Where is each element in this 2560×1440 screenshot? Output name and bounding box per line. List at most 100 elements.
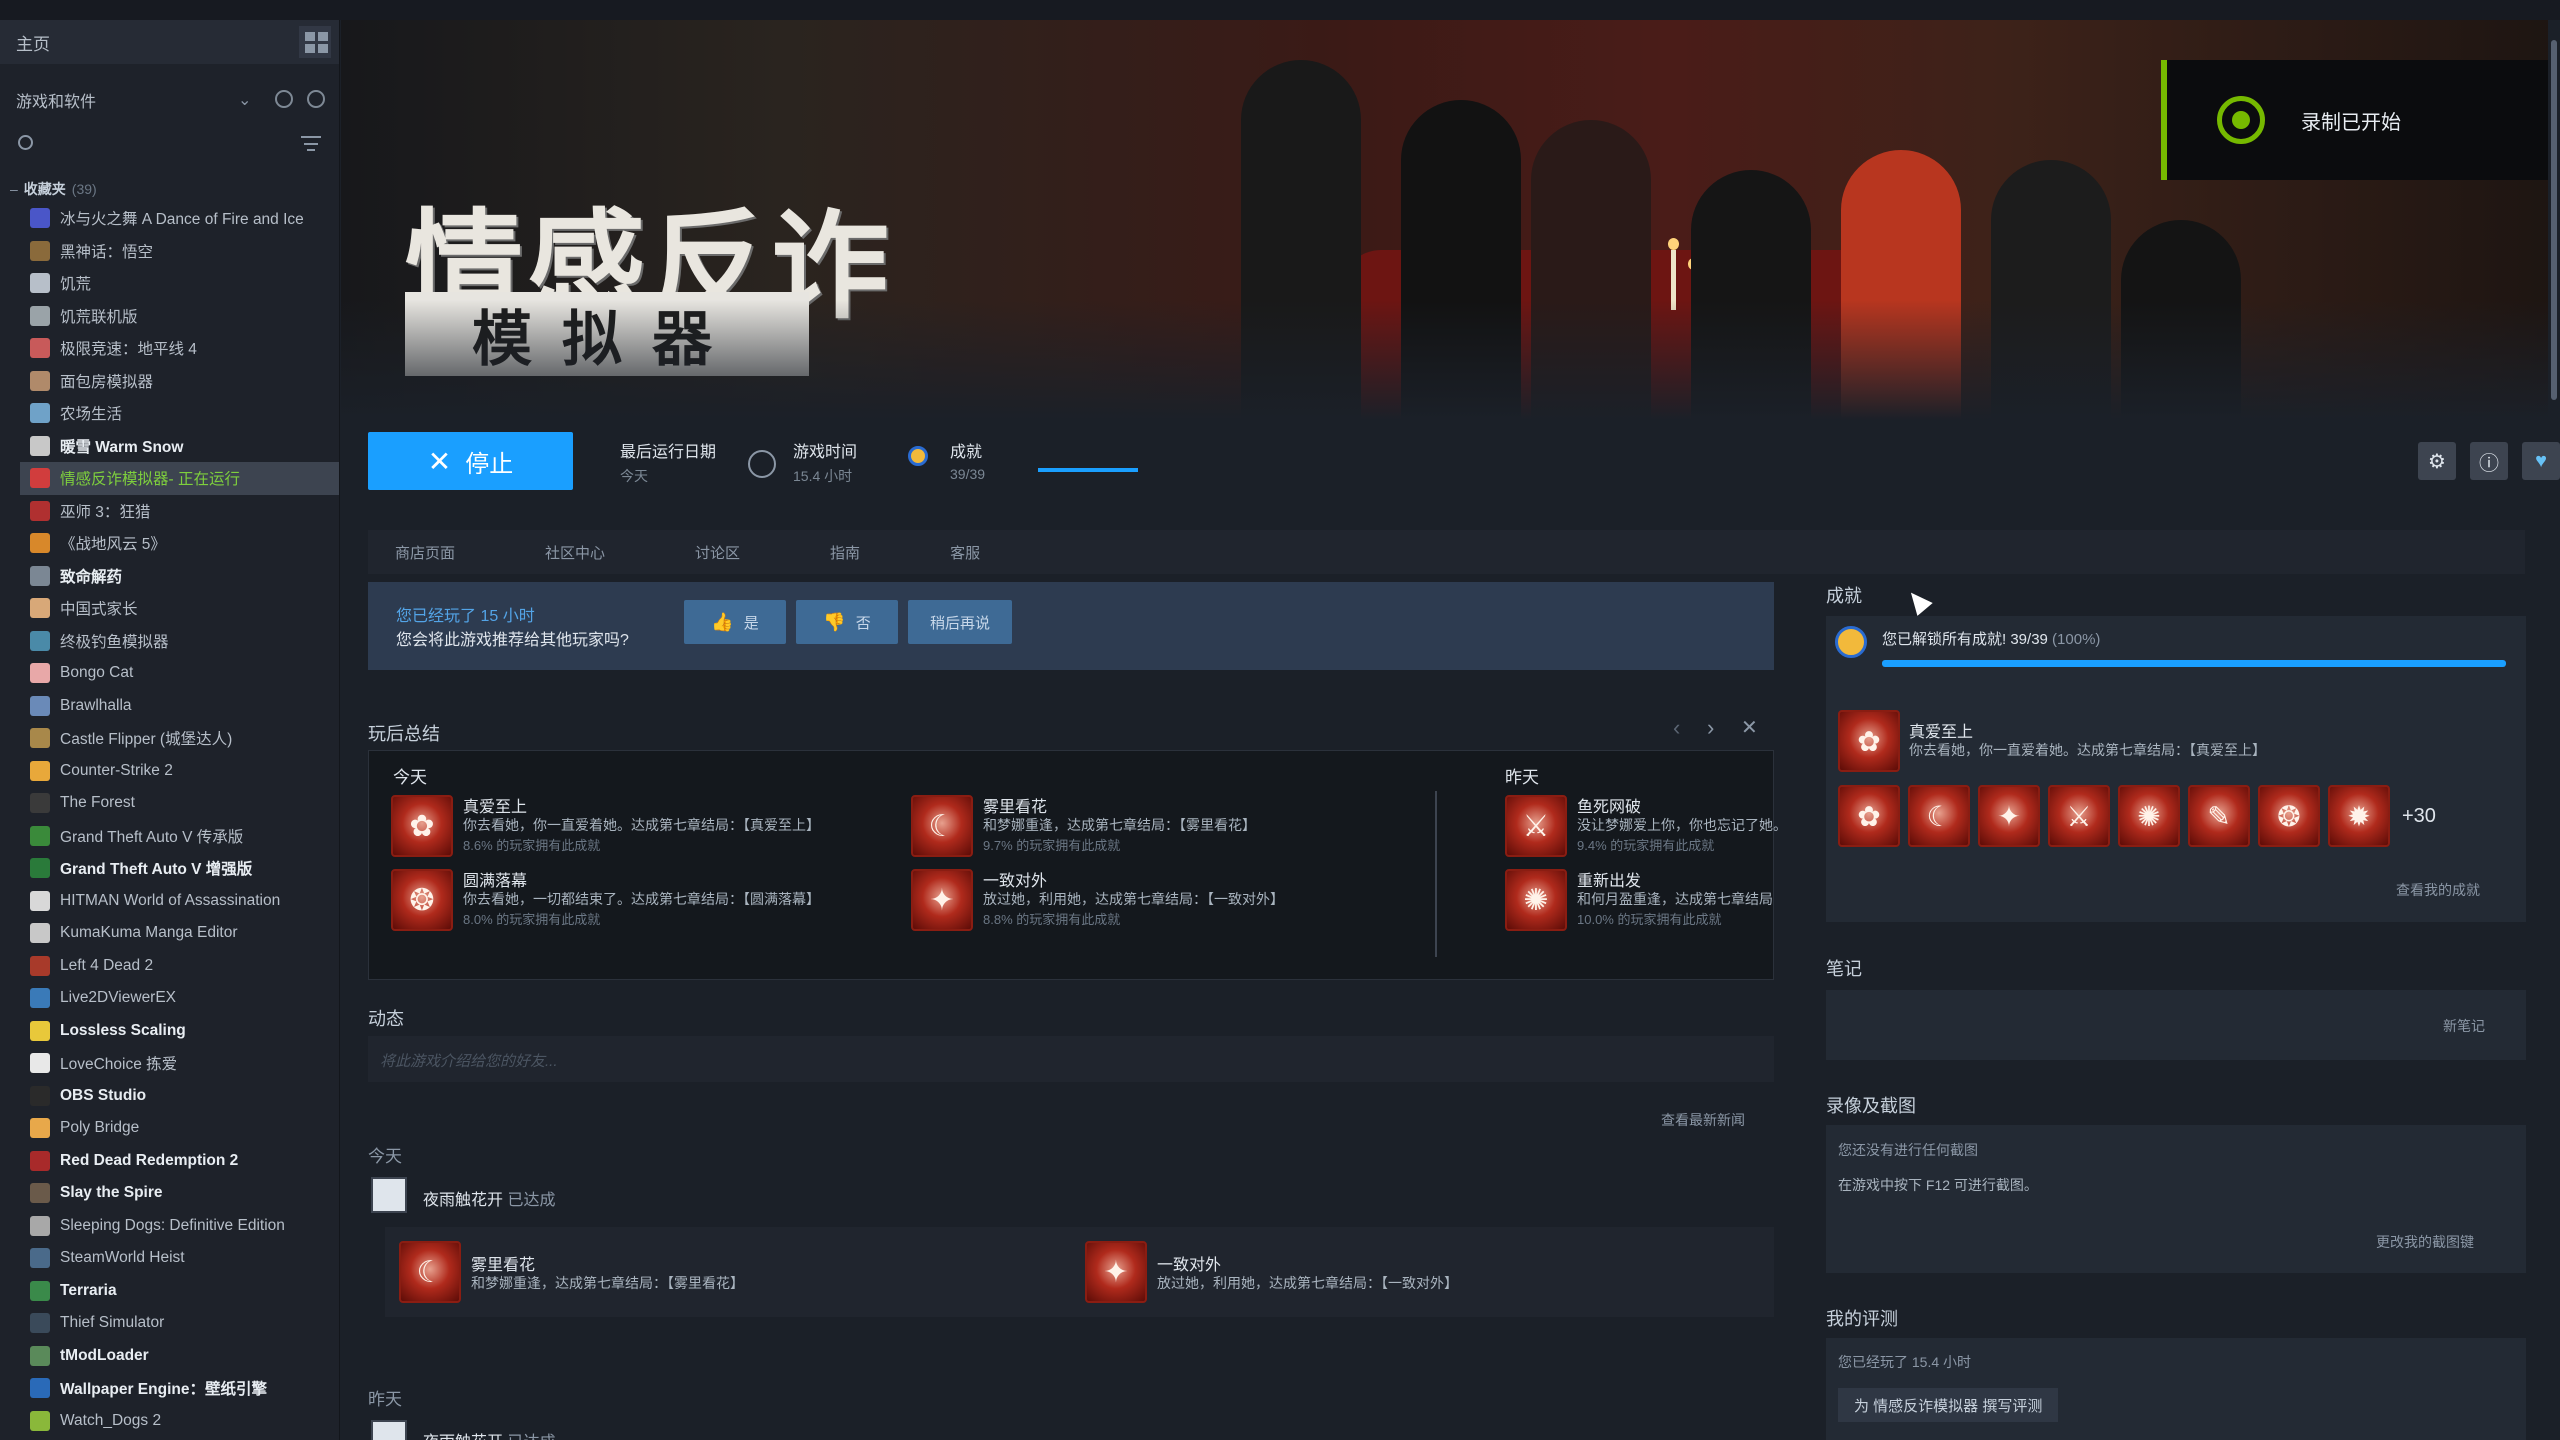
sidebar-game-item[interactable]: Wallpaper Engine：壁纸引擎: [0, 1372, 339, 1405]
sidebar-game-item[interactable]: Bongo Cat: [0, 657, 339, 690]
sidebar-game-item[interactable]: Watch_Dogs 2: [0, 1405, 339, 1438]
achievement-icon[interactable]: ⚔: [2048, 785, 2110, 847]
achievement-icon[interactable]: ✿: [1838, 785, 1900, 847]
sidebar-game-item[interactable]: Terraria: [0, 1275, 339, 1308]
achievement-icon[interactable]: ✦: [1978, 785, 2040, 847]
sidebar-game-item[interactable]: Grand Theft Auto V 传承版: [0, 820, 339, 853]
sidebar-game-item[interactable]: Brawlhalla: [0, 690, 339, 723]
filter-icon[interactable]: [301, 136, 321, 152]
recent-clock-icon[interactable]: [275, 90, 293, 108]
sidebar-game-item[interactable]: 黑神话：悟空: [0, 235, 339, 268]
collection-header[interactable]: – 收藏夹 (39): [0, 176, 339, 202]
sidebar-game-item[interactable]: Slay the Spire: [0, 1177, 339, 1210]
sidebar-game-item[interactable]: 致命解药: [0, 560, 339, 593]
search-icon: [18, 135, 33, 150]
stop-button[interactable]: ✕ 停止: [368, 432, 573, 490]
sidebar-game-item[interactable]: Grand Theft Auto V 增强版: [0, 852, 339, 885]
recommend-later-button[interactable]: 稍后再说: [908, 600, 1012, 644]
sidebar-game-item[interactable]: Castle Flipper (城堡达人): [0, 722, 339, 755]
game-title: tModLoader: [60, 1346, 149, 1364]
screenshots-title: 录像及截图: [1826, 1096, 1916, 1116]
achievements-stat[interactable]: 成就 39/39: [950, 438, 985, 482]
collection-count: (39): [71, 181, 97, 197]
achievement-icon[interactable]: ☾: [1908, 785, 1970, 847]
featured-achievement-desc: 你去看她，你一直爱着她。达成第七章结局：【真爱至上】: [1909, 742, 2266, 758]
sidebar-game-item[interactable]: The Forest: [0, 787, 339, 820]
sidebar-game-item[interactable]: 巫师 3：狂猎: [0, 495, 339, 528]
tab-guides[interactable]: 指南: [830, 542, 860, 563]
recommend-panel: 您已经玩了 15 小时 您会将此游戏推荐给其他玩家吗? 👍 是 👎 否 稍后再说: [368, 582, 1774, 670]
sidebar-game-item[interactable]: 终极钓鱼模拟器: [0, 625, 339, 658]
sidebar-game-item[interactable]: 暖雪 Warm Snow: [0, 430, 339, 463]
achievement-icon[interactable]: ✹: [2328, 785, 2390, 847]
sidebar-game-item[interactable]: SteamWorld Heist: [0, 1242, 339, 1275]
activity-input[interactable]: 将此游戏介绍给您的好友...: [368, 1036, 1774, 1082]
sidebar-game-item[interactable]: LoveChoice 拣爱: [0, 1047, 339, 1080]
sidebar-game-item[interactable]: KumaKuma Manga Editor: [0, 917, 339, 950]
sidebar-game-item[interactable]: Red Dead Redemption 2: [0, 1145, 339, 1178]
sidebar-game-item[interactable]: OBS Studio: [0, 1080, 339, 1113]
tab-community-hub[interactable]: 社区中心: [545, 542, 605, 563]
sidebar-game-item[interactable]: 饥荒: [0, 267, 339, 300]
write-review-button[interactable]: 为 情感反诈模拟器 撰写评测: [1838, 1388, 2059, 1422]
avatar[interactable]: [371, 1420, 407, 1440]
achievement-desc: 和何月盈重逢，达成第七章结局: [1577, 891, 1773, 907]
view-achievements-link[interactable]: 查看我的成就: [2396, 880, 2480, 900]
recommend-yes-button[interactable]: 👍 是: [684, 600, 786, 644]
game-title: 饥荒联机版: [60, 308, 138, 326]
chevron-left-icon[interactable]: ‹: [1673, 715, 1680, 741]
sidebar-game-item[interactable]: 饥荒联机版: [0, 300, 339, 333]
game-logo-title: 情感反诈: [405, 196, 894, 335]
sidebar-game-item[interactable]: 中国式家长: [0, 592, 339, 625]
achievement-icon: ✿: [391, 795, 453, 857]
summary-divider: [1435, 791, 1437, 957]
tab-discussions[interactable]: 讨论区: [695, 542, 740, 563]
achievement-icon: ❂: [391, 869, 453, 931]
play-filter-icon[interactable]: [307, 90, 325, 108]
sidebar-game-item[interactable]: 冰与火之舞 A Dance of Fire and Ice: [0, 202, 339, 235]
game-icon: [30, 1248, 50, 1269]
sidebar-game-item[interactable]: HITMAN World of Assassination: [0, 885, 339, 918]
new-note-button[interactable]: 新笔记: [2443, 1016, 2485, 1036]
feed-achieved: 已达成: [507, 1434, 555, 1440]
avatar[interactable]: [371, 1177, 407, 1213]
info-icon[interactable]: ⓘ: [2470, 442, 2508, 480]
sidebar-game-item[interactable]: 面包房模拟器: [0, 365, 339, 398]
sidebar-game-item[interactable]: Sleeping Dogs: Definitive Edition: [0, 1210, 339, 1243]
scrollbar[interactable]: [2548, 20, 2560, 420]
search-bar[interactable]: [0, 124, 339, 164]
recommend-no-button[interactable]: 👎 否: [796, 600, 898, 644]
achievement-pct: 8.8% 的玩家拥有此成就: [983, 912, 1121, 927]
last-run-label: 最后运行日期: [620, 444, 717, 461]
close-icon[interactable]: ✕: [1741, 715, 1758, 740]
tab-support[interactable]: 客服: [950, 542, 980, 563]
achievement-icon[interactable]: ✎: [2188, 785, 2250, 847]
feed-username[interactable]: 夜雨触花开: [423, 1434, 503, 1440]
grid-view-icon[interactable]: [299, 26, 331, 58]
sidebar-game-item[interactable]: Lossless Scaling: [0, 1015, 339, 1048]
window-top-strip: [0, 0, 2560, 20]
filter-dropdown[interactable]: 游戏和软件 ⌄: [0, 78, 339, 122]
gear-icon[interactable]: ⚙: [2418, 442, 2456, 480]
heart-icon[interactable]: ♥: [2522, 442, 2560, 480]
tab-store-page[interactable]: 商店页面: [395, 542, 455, 563]
sidebar-game-item[interactable]: 情感反诈模拟器 - 正在运行: [20, 462, 339, 495]
sidebar-game-item[interactable]: Counter-Strike 2: [0, 755, 339, 788]
more-achievements-count[interactable]: +30: [2402, 805, 2436, 828]
achievement-icon[interactable]: ❂: [2258, 785, 2320, 847]
sidebar-game-item[interactable]: 农场生活: [0, 397, 339, 430]
feed-username[interactable]: 夜雨触花开: [423, 1192, 503, 1209]
sidebar-game-item[interactable]: 《战地风云 5》: [0, 527, 339, 560]
sidebar-game-item[interactable]: Poly Bridge: [0, 1112, 339, 1145]
achievement-icon[interactable]: ✺: [2118, 785, 2180, 847]
sidebar-game-item[interactable]: tModLoader: [0, 1340, 339, 1373]
sidebar-game-item[interactable]: 极限竞速：地平线 4: [0, 332, 339, 365]
my-review-title: 我的评测: [1826, 1309, 1898, 1329]
sidebar-game-item[interactable]: Thief Simulator: [0, 1307, 339, 1340]
sidebar-game-item[interactable]: Left 4 Dead 2: [0, 950, 339, 983]
change-screenshot-key-link[interactable]: 更改我的截图键: [2376, 1232, 2474, 1252]
sidebar-game-item[interactable]: Live2DViewerEX: [0, 982, 339, 1015]
home-button[interactable]: 主页: [0, 20, 339, 64]
chevron-right-icon[interactable]: ›: [1707, 715, 1714, 741]
view-news-link[interactable]: 查看最新新闻: [1661, 1110, 1745, 1130]
